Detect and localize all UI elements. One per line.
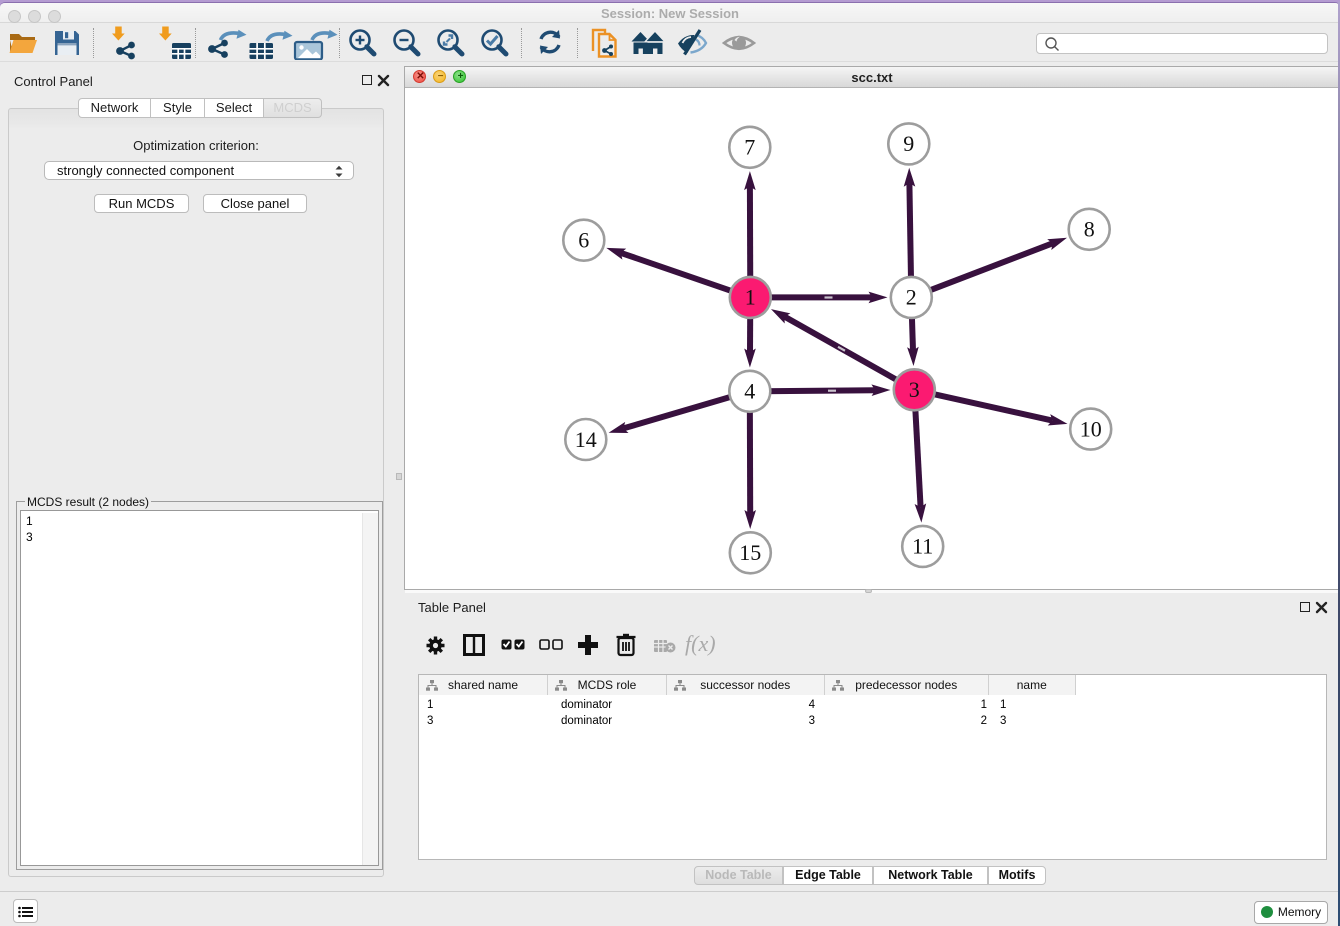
svg-text:9: 9 [903,131,914,156]
svg-text:6: 6 [578,228,589,253]
svg-text:1: 1 [745,285,756,310]
svg-text:8: 8 [1084,217,1095,242]
svg-text:2: 2 [906,285,917,310]
svg-text:10: 10 [1080,416,1102,441]
svg-text:7: 7 [744,135,755,160]
svg-text:4: 4 [744,379,755,404]
svg-text:15: 15 [739,540,761,565]
svg-text:14: 14 [575,427,597,452]
svg-text:11: 11 [912,534,933,559]
svg-text:3: 3 [909,377,920,402]
